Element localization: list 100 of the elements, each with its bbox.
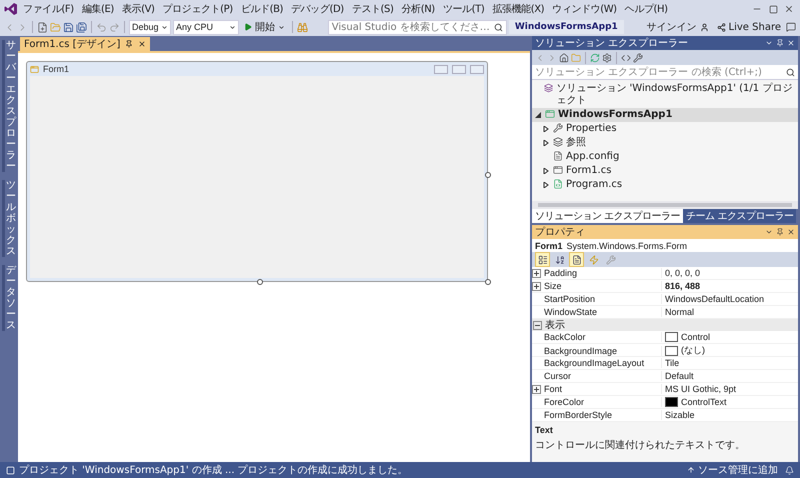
menu-item[interactable]: 拡張機能(X) [489,2,548,16]
settings-icon[interactable] [602,52,612,62]
panel-tab[interactable]: ソリューション エクスプローラー [532,209,684,223]
property-row[interactable]: BackColor Control [532,331,798,344]
category-row[interactable]: 表示 [532,319,798,331]
form-title: Form1 [43,64,70,74]
property-row[interactable]: Padding 0, 0, 0, 0 [532,267,798,280]
feedback-icon[interactable] [786,22,796,32]
menu-item[interactable]: プロジェクト(P) [160,2,236,16]
menu-item[interactable]: ツール(T) [440,2,488,16]
property-value[interactable]: Normal [662,307,798,317]
platform-dropdown[interactable]: Any CPU [173,20,239,34]
tree-item[interactable]: 参照 [532,136,798,150]
menu-item[interactable]: 表示(V) [118,2,158,16]
menu-item[interactable]: 分析(N) [398,2,438,16]
property-name: BackgroundImage [542,346,662,356]
description-title: Text [535,425,554,435]
new-project-icon[interactable] [37,22,48,32]
property-name: Cursor [542,371,662,381]
property-name: Size [542,281,662,291]
toolbar-toggle[interactable] [569,252,584,267]
menu-item[interactable]: ウィンドウ(W) [549,2,620,16]
menu-item[interactable]: デバッグ(D) [288,2,347,16]
categorized-icon [538,254,548,264]
expand-arrow-icon[interactable] [543,126,549,132]
property-row[interactable]: StartPosition WindowsDefaultLocation [532,293,798,306]
menu-item[interactable]: テスト(S) [348,2,397,16]
property-row[interactable]: BackgroundImageLayout Tile [532,357,798,370]
tree-item[interactable]: Program.cs [532,178,798,192]
configuration-dropdown[interactable]: Debug [129,20,171,34]
output-icon [6,466,15,474]
home-icon[interactable] [559,52,569,62]
expand-icon[interactable] [532,268,541,278]
property-value[interactable]: WindowsDefaultLocation [662,294,798,304]
property-row[interactable]: ForeColor ControlText [532,396,798,409]
resize-handle[interactable] [485,172,491,178]
menu-item[interactable]: ファイル(F) [20,2,77,16]
panel-tab[interactable]: チーム エクスプローラー [683,209,796,223]
property-row[interactable]: Cursor Default [532,370,798,383]
property-name: BackColor [542,332,662,342]
menu-item[interactable]: ビルド(B) [238,2,286,16]
pin-icon[interactable] [776,228,784,236]
wrench-icon [606,254,616,264]
property-value[interactable]: Control [662,332,798,342]
save-all-icon[interactable] [76,22,87,32]
document-tab[interactable]: Form1.cs [デザイン] [20,37,150,51]
property-row[interactable]: BackgroundImage (なし) [532,344,798,357]
expand-arrow-icon[interactable] [543,168,549,174]
source-control-button[interactable]: ソース管理に追加 [684,462,781,478]
dropdown-icon[interactable] [765,39,773,47]
bell-icon[interactable] [785,466,794,474]
start-button[interactable]: 開始 [241,20,288,34]
property-value[interactable]: Default [662,371,798,381]
wrench-icon [553,123,563,133]
references-icon [553,137,563,147]
pin-icon[interactable] [776,39,784,47]
property-row[interactable]: Size 816, 488 [532,280,798,293]
tree-item[interactable]: Form1.cs [532,164,798,178]
panel-title: ソリューション エクスプローラー [535,36,688,50]
tree-item[interactable]: Properties [532,122,798,136]
menu-item[interactable]: ヘルプ(H) [622,2,671,16]
property-value[interactable]: Tile [662,358,798,368]
tree-item[interactable]: WindowsFormsApp1 [532,108,798,122]
live-share-button[interactable]: Live Share [714,20,784,34]
code-icon[interactable] [621,52,631,62]
collapse-icon[interactable] [533,320,542,330]
property-value[interactable]: (なし) [662,344,798,357]
save-icon[interactable] [63,22,74,32]
property-value[interactable]: 816, 488 [662,281,798,291]
search-field[interactable]: ソリューション エクスプローラー の検索 (Ctrl+;) [532,65,798,80]
properties-icon [572,254,582,264]
code-file-icon [553,179,563,189]
property-value[interactable]: ControlText [662,397,798,407]
scrollbar[interactable] [532,201,798,209]
tree-item[interactable]: App.config [532,150,798,164]
property-value[interactable]: Sizable [662,410,798,420]
solution-icon [544,83,554,93]
lightning-icon [588,254,598,264]
object-selector[interactable]: Form1 System.Windows.Forms.Form [532,239,798,252]
sign-in-button[interactable]: サインイン [644,20,712,34]
expand-arrow-icon[interactable] [543,140,549,146]
resize-handle[interactable] [257,279,263,285]
property-value[interactable]: MS UI Gothic, 9pt [662,384,798,394]
collapse-arrow-icon[interactable] [535,112,541,118]
search-field[interactable]: Visual Studio を検索してくださ… [328,20,507,34]
property-value[interactable]: 0, 0, 0, 0 [662,268,798,278]
caret-icon [161,24,168,30]
expand-icon[interactable] [532,384,541,394]
pin-icon[interactable] [125,40,134,48]
dropdown-icon[interactable] [765,228,773,236]
form-window[interactable]: Form1 [26,61,488,282]
play-icon [244,23,252,31]
property-row[interactable]: Font MS UI Gothic, 9pt [532,383,798,396]
resize-handle[interactable] [485,279,491,285]
tree-item[interactable]: ソリューション 'WindowsFormsApp1' (1/1 プロジェクト [532,82,798,108]
toolbar-toggle[interactable] [535,252,550,267]
expand-icon[interactable] [532,282,541,290]
expand-arrow-icon[interactable] [543,182,549,188]
menu-item[interactable]: 編集(E) [78,2,117,16]
wrench-icon[interactable] [633,52,643,62]
